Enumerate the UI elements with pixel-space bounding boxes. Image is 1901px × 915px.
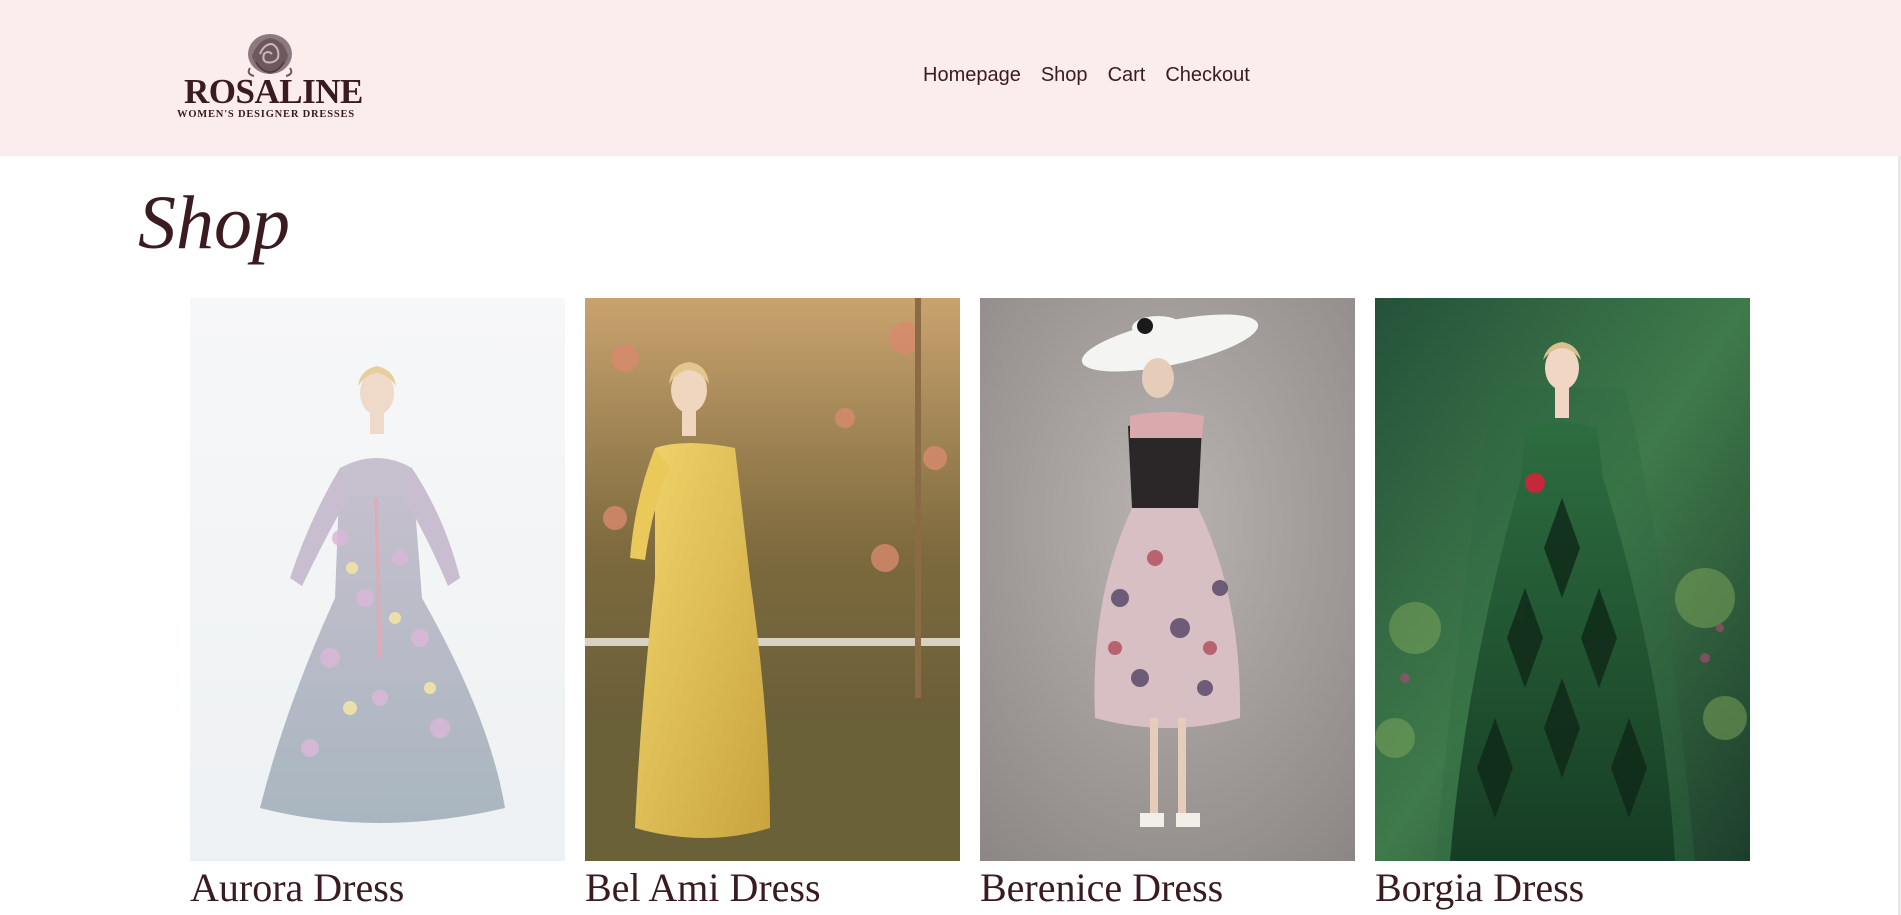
- nav-cart[interactable]: Cart: [1108, 64, 1146, 87]
- product-name[interactable]: Aurora Dress: [190, 865, 404, 911]
- nav-checkout[interactable]: Checkout: [1165, 64, 1250, 87]
- product-image[interactable]: [980, 298, 1355, 861]
- product-name[interactable]: Berenice Dress: [980, 865, 1223, 911]
- product-image[interactable]: [1375, 298, 1750, 861]
- nav-homepage[interactable]: Homepage: [923, 64, 1021, 87]
- brand-name: ROSALINE: [184, 72, 363, 111]
- product-name[interactable]: Borgia Dress: [1375, 865, 1584, 911]
- site-logo[interactable]: ROSALINE WOMEN'S DESIGNER DRESSES: [168, 32, 364, 124]
- site-header: ROSALINE WOMEN'S DESIGNER DRESSES Homepa…: [0, 0, 1901, 156]
- nav-shop[interactable]: Shop: [1041, 64, 1088, 87]
- product-image[interactable]: [190, 298, 565, 861]
- product-name[interactable]: Bel Ami Dress: [585, 865, 821, 911]
- page-title: Shop: [138, 181, 290, 265]
- product-image[interactable]: [585, 298, 960, 861]
- brand-tagline: WOMEN'S DESIGNER DRESSES: [177, 109, 355, 120]
- main-nav: Homepage Shop Cart Checkout: [923, 64, 1250, 87]
